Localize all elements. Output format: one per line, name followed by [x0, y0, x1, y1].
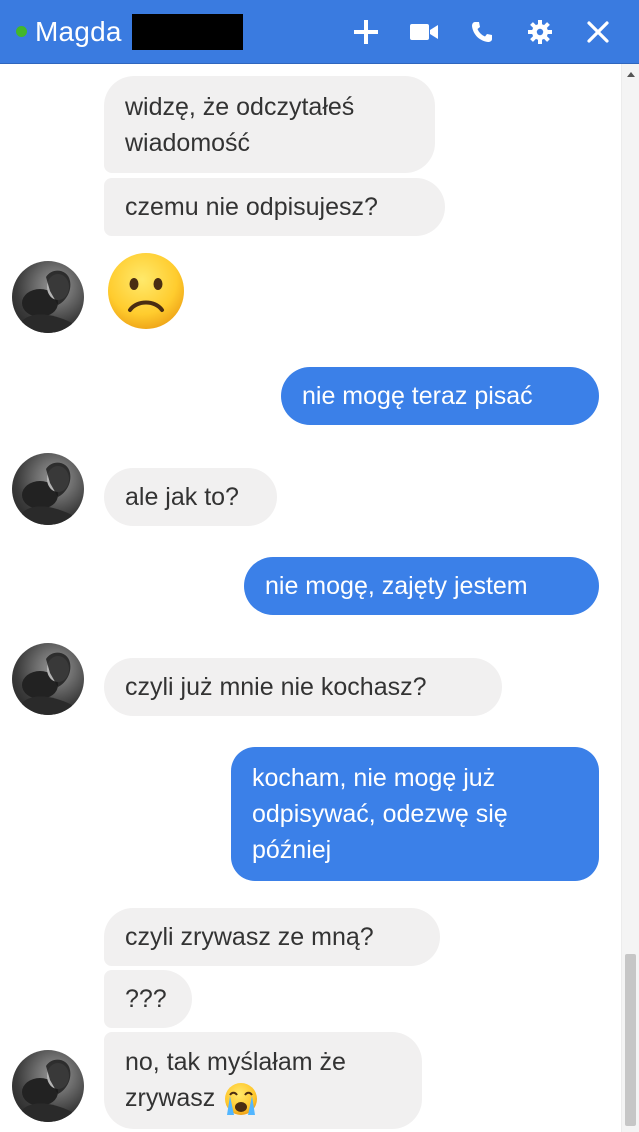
voice-call-icon — [472, 21, 492, 42]
message-text: widzę, że odczytałeś wiadomość — [125, 92, 355, 157]
video-call-icon — [410, 23, 438, 40]
close-button[interactable] — [569, 10, 627, 54]
incoming-message: no, tak myślałam że zrywasz — [104, 1032, 422, 1129]
vertical-scrollbar[interactable] — [621, 64, 639, 1132]
online-status-dot — [16, 26, 27, 37]
incoming-message: czyli już mnie nie kochasz? — [104, 658, 502, 716]
message-text: czyli zrywasz ze mną? — [125, 923, 374, 951]
redacted-surname — [131, 13, 243, 50]
settings-button[interactable] — [511, 10, 569, 54]
message-text: czyli już mnie nie kochasz? — [125, 673, 427, 701]
chat-header: Magda — [0, 0, 639, 64]
add-person-button[interactable] — [337, 10, 395, 54]
message-text: nie mogę, zajęty jestem — [265, 572, 528, 600]
scrollbar-thumb[interactable] — [625, 954, 636, 1126]
incoming-message: czyli zrywasz ze mną? — [104, 908, 440, 966]
message-text: kocham, nie mogę już odpisywać, odezwę s… — [252, 764, 508, 864]
scroll-up-icon[interactable] — [627, 72, 635, 77]
incoming-message: ??? — [104, 970, 192, 1028]
contact-name[interactable]: Magda — [35, 16, 122, 48]
voice-call-button[interactable] — [453, 10, 511, 54]
outgoing-message: nie mogę teraz pisać — [281, 367, 599, 425]
message-text-with-emoji: no, tak myślałam że zrywasz — [125, 1044, 346, 1117]
close-icon — [587, 20, 609, 43]
message-text: ale jak to? — [125, 483, 239, 511]
incoming-message: ale jak to? — [104, 468, 277, 526]
message-thread[interactable]: widzę, że odczytałeś wiadomość czemu nie… — [0, 64, 621, 1132]
message-text: czemu nie odpisujesz? — [125, 193, 378, 221]
crying-face-emoji — [225, 1083, 258, 1116]
contact-avatar[interactable] — [12, 261, 84, 333]
contact-avatar[interactable] — [12, 1050, 84, 1122]
add-person-icon — [354, 19, 378, 44]
incoming-message: czemu nie odpisujesz? — [104, 178, 445, 236]
outgoing-message: kocham, nie mogę już odpisywać, odezwę s… — [231, 747, 599, 881]
settings-icon — [528, 19, 552, 44]
message-text: nie mogę teraz pisać — [302, 382, 533, 410]
video-call-button[interactable] — [395, 10, 453, 54]
incoming-message: widzę, że odczytałeś wiadomość — [104, 76, 435, 173]
contact-avatar[interactable] — [12, 453, 84, 525]
frowning-face-emoji — [105, 250, 187, 332]
outgoing-message: nie mogę, zajęty jestem — [244, 557, 599, 615]
message-text: ??? — [125, 985, 167, 1013]
header-actions — [337, 10, 627, 54]
contact-avatar[interactable] — [12, 643, 84, 715]
